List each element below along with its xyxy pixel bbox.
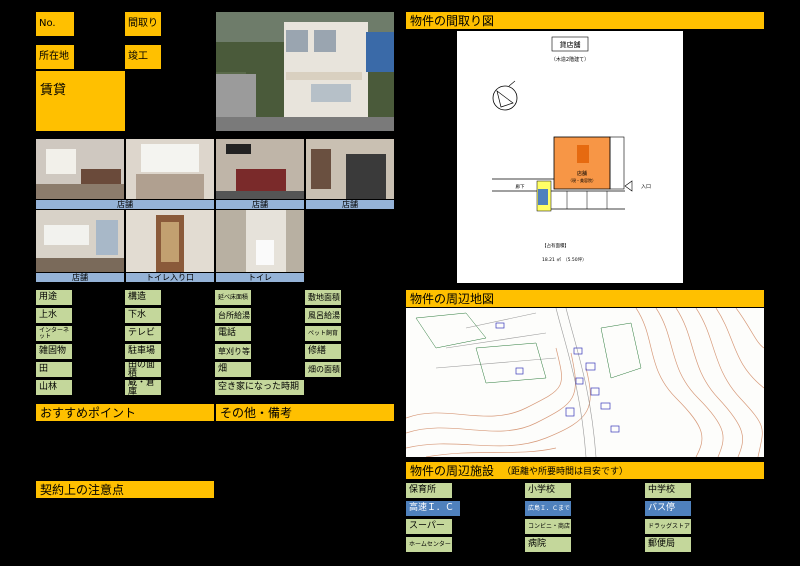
prop-rice-area: 田の面積 bbox=[125, 360, 161, 378]
caption-4: 店舗 bbox=[36, 273, 124, 282]
prop-rice-field: 田 bbox=[36, 362, 72, 377]
facility-bus-stop: バス停 bbox=[645, 501, 691, 516]
contract-notes-heading: 契約上の注意点 bbox=[36, 481, 214, 498]
compass-icon bbox=[492, 80, 518, 111]
facilities-title: 物件の周辺施設 bbox=[410, 464, 495, 478]
interior-photo-3 bbox=[216, 139, 304, 199]
prop-phone: 電話 bbox=[215, 326, 251, 341]
prop-storehouse: 蔵・倉庫 bbox=[125, 378, 161, 396]
facility-nursery: 保育所 bbox=[406, 483, 452, 498]
prop-vacant-since: 空き家になった時期 bbox=[215, 380, 304, 395]
prop-field-area: 畑の面積 bbox=[305, 362, 341, 377]
interior-photo-1 bbox=[36, 139, 124, 199]
facilities-note: （距離や所要時間は目安です） bbox=[502, 467, 629, 477]
interior-photo-4 bbox=[306, 139, 394, 199]
caption-3: 店舗 bbox=[306, 200, 394, 209]
area-map bbox=[405, 307, 765, 458]
prop-forest: 山林 bbox=[36, 380, 72, 395]
prop-field: 畑 bbox=[215, 362, 251, 377]
facility-post-office: 郵便局 bbox=[645, 537, 691, 552]
prop-structure: 構造 bbox=[125, 290, 161, 305]
facility-convenience: コンビニ・商店 bbox=[525, 519, 571, 534]
prop-pets: ペット飼育 bbox=[305, 326, 341, 341]
floorplan-area-label: 【占有面積】 bbox=[542, 242, 569, 249]
prop-kitchen-hot-water: 台所給湯 bbox=[215, 308, 251, 323]
prop-floor-area: 延べ床面積 bbox=[215, 290, 251, 305]
no-label: No. bbox=[36, 12, 74, 36]
facility-hiroshima-ic: 広島Ｉ．Ｃまで bbox=[525, 501, 571, 516]
caption-1: 店舗 bbox=[36, 200, 214, 209]
rent-type-box: 賃貸 bbox=[36, 71, 125, 131]
prop-water-supply: 上水 bbox=[36, 308, 72, 323]
facility-home-center: ホームセンター bbox=[406, 537, 452, 552]
floorplan-area-value: 18.21 ㎡ （5.50坪） bbox=[542, 256, 587, 263]
toilet-entrance-photo bbox=[126, 210, 214, 272]
other-notes-heading: その他・備考 bbox=[216, 404, 394, 421]
completion-label: 竣工 bbox=[125, 45, 161, 69]
caption-6: トイレ bbox=[216, 273, 304, 282]
floorplan-title: 貸店舗 bbox=[560, 40, 581, 49]
exterior-photo bbox=[216, 12, 394, 131]
floorplan-entrance: 入口 bbox=[641, 184, 651, 190]
prop-sewer: 下水 bbox=[125, 308, 161, 323]
prop-misc: 雑固物 bbox=[36, 344, 72, 359]
prop-tv: テレビ bbox=[125, 326, 161, 341]
facilities-heading: 物件の周辺施設 （距離や所要時間は目安です） bbox=[406, 462, 764, 479]
floorplan-room-label: 店舗 bbox=[577, 170, 587, 177]
interior-photo-2 bbox=[126, 139, 214, 199]
caption-2: 店舗 bbox=[216, 200, 304, 209]
facility-expressway-ic: 高速Ｉ．Ｃ bbox=[406, 501, 460, 516]
facility-hospital: 病院 bbox=[525, 537, 571, 552]
madori-label: 間取り bbox=[125, 12, 161, 36]
floorplan-heading: 物件の間取り図 bbox=[406, 12, 764, 29]
prop-site-area: 敷地面積 bbox=[305, 290, 341, 305]
facility-supermarket: スーパー bbox=[406, 519, 452, 534]
prop-parking: 駐車場 bbox=[125, 344, 161, 359]
toilet-photo bbox=[216, 210, 304, 272]
map-heading: 物件の周辺地図 bbox=[406, 290, 764, 307]
facility-elementary: 小学校 bbox=[525, 483, 571, 498]
prop-bath-hot-water: 風呂給湯 bbox=[305, 308, 341, 323]
location-label: 所在地 bbox=[36, 45, 74, 69]
facility-drugstore: ドラッグストア bbox=[645, 519, 691, 534]
facility-junior-high: 中学校 bbox=[645, 483, 691, 498]
caption-5: トイレ入り口 bbox=[126, 273, 214, 282]
prop-weeding: 草刈り等 bbox=[215, 344, 251, 359]
floorplan-subtitle: （木造2階建て） bbox=[551, 56, 589, 63]
recommend-heading: おすすめポイント bbox=[36, 404, 214, 421]
prop-internet: インターネット bbox=[36, 326, 72, 341]
prop-use: 用途 bbox=[36, 290, 72, 305]
floorplan-diagram: 貸店舗 （木造2階建て） 店舗 （現・美容院） 廊下 入口 【占有面積】 18.… bbox=[457, 31, 683, 283]
interior-photo-5 bbox=[36, 210, 124, 272]
floorplan-room-sub: （現・美容院） bbox=[568, 177, 596, 183]
prop-repair: 修繕 bbox=[305, 344, 341, 359]
floorplan-corridor: 廊下 bbox=[516, 183, 525, 190]
